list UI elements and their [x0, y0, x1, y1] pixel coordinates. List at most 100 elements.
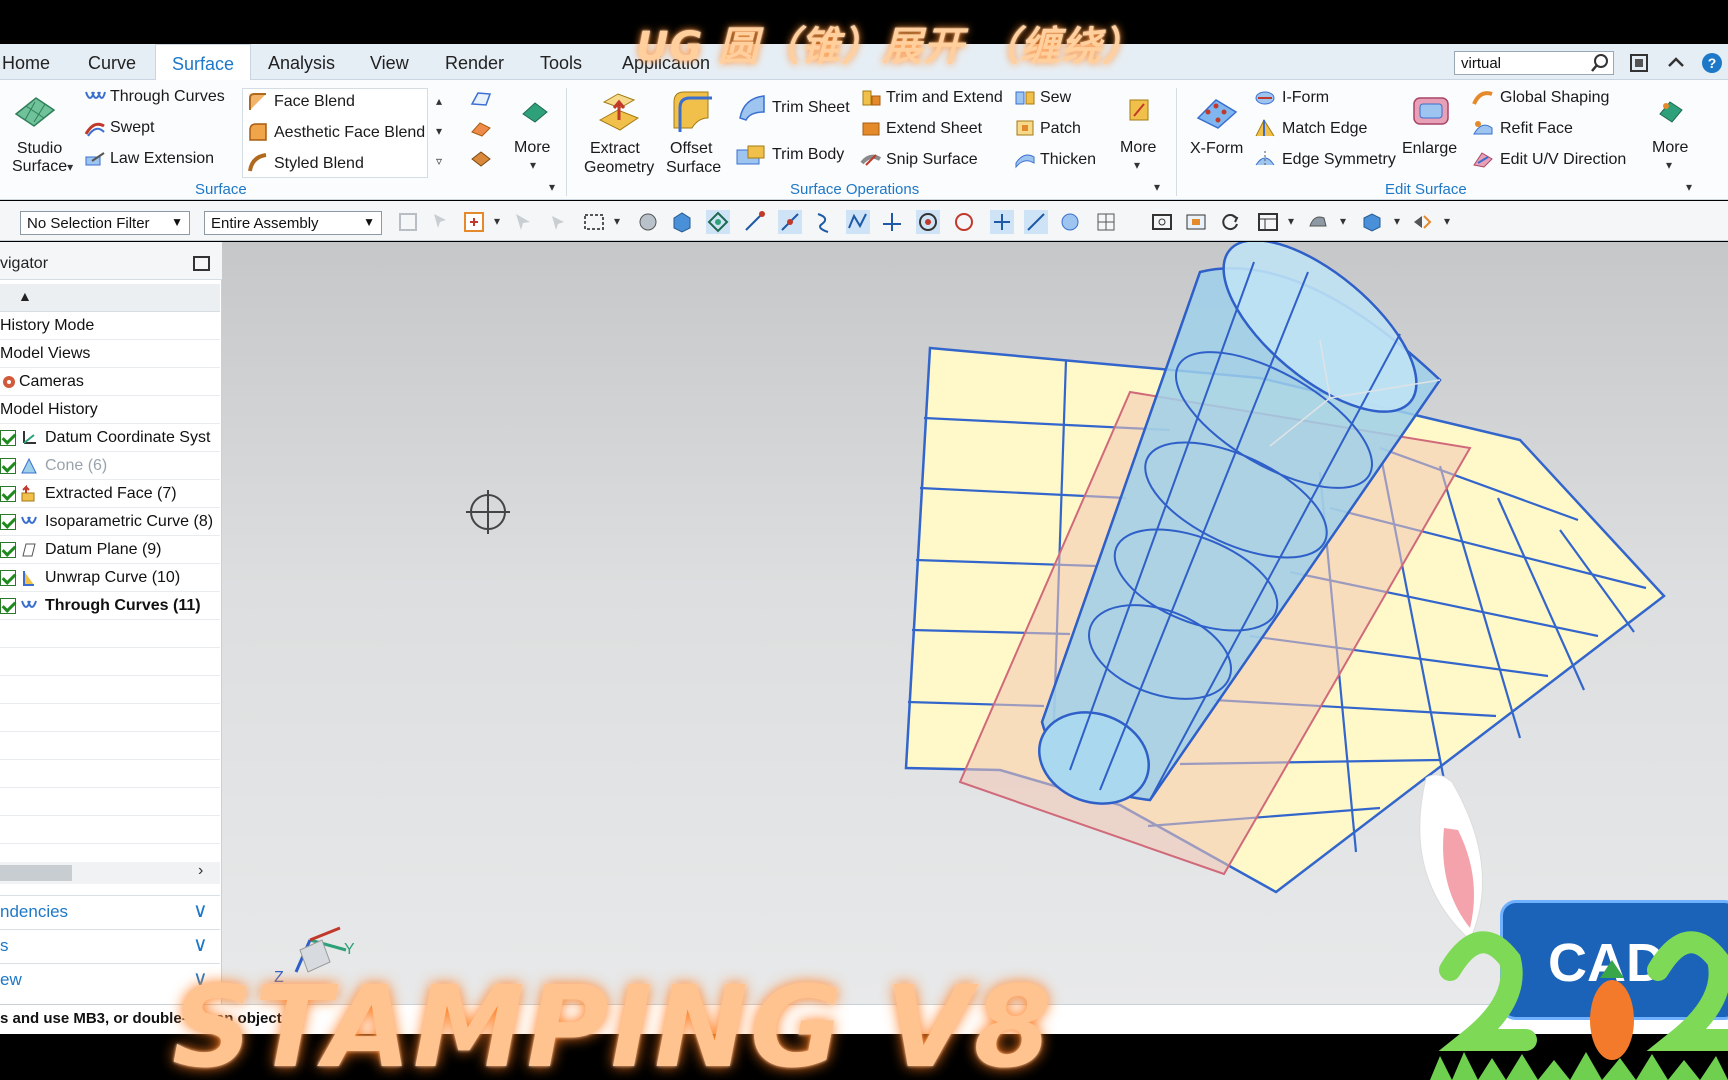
- global-shaping-icon[interactable]: [1472, 88, 1494, 108]
- scroll-right-icon[interactable]: ›: [198, 862, 203, 880]
- enlarge-button[interactable]: Enlarge: [1402, 140, 1457, 158]
- cube-view-icon[interactable]: [1360, 210, 1384, 234]
- tab-surface[interactable]: Surface: [155, 44, 252, 81]
- tree-row[interactable]: Datum Plane (9): [0, 536, 220, 564]
- search-icon[interactable]: [1589, 52, 1611, 74]
- sew-button[interactable]: Sew: [1040, 89, 1071, 107]
- tree-row[interactable]: Through Curves (11): [0, 592, 220, 620]
- sort-ascending-icon[interactable]: ▲: [18, 288, 32, 304]
- tree-row[interactable]: Datum Coordinate Syst: [0, 424, 220, 452]
- extend-sheet-button[interactable]: Extend Sheet: [886, 120, 982, 138]
- selection-filter-dropdown[interactable]: No Selection Filter ▼: [20, 211, 190, 235]
- orient-view-caret-icon[interactable]: ▾: [1288, 214, 1294, 228]
- intersection-point-icon[interactable]: [880, 210, 904, 234]
- fit-view-icon[interactable]: [1150, 210, 1174, 234]
- render-style-caret-icon[interactable]: ▾: [1340, 214, 1346, 228]
- more-surface-ops-icon[interactable]: [1124, 94, 1154, 126]
- selection-mode-caret-icon[interactable]: ▾: [494, 214, 500, 228]
- select-body-icon[interactable]: [546, 210, 570, 234]
- navigator-horizontal-scrollbar[interactable]: ›: [0, 862, 220, 884]
- extract-geometry-icon[interactable]: [596, 88, 642, 134]
- tree-row[interactable]: Cameras: [0, 368, 220, 396]
- quadrant-point-icon[interactable]: [952, 210, 976, 234]
- point-on-curve-icon[interactable]: [812, 210, 836, 234]
- global-shaping-button[interactable]: Global Shaping: [1500, 89, 1609, 107]
- face-blend-icon[interactable]: [248, 92, 268, 112]
- selection-mode-icon[interactable]: [462, 210, 486, 234]
- tab-render[interactable]: Render: [445, 53, 504, 74]
- studio-surface-button[interactable]: Studio Surface ▾: [12, 140, 73, 176]
- snip-surface-icon[interactable]: [860, 149, 882, 169]
- face-blend-button[interactable]: Face Blend: [274, 93, 355, 111]
- cube-view-caret-icon[interactable]: ▾: [1394, 214, 1400, 228]
- offset-surface-icon[interactable]: [668, 88, 714, 134]
- tree-row[interactable]: Isoparametric Curve (8): [0, 508, 220, 536]
- tree-row[interactable]: History Mode: [0, 312, 220, 340]
- select-component-icon[interactable]: [512, 210, 536, 234]
- point-on-surface-icon[interactable]: [846, 210, 870, 234]
- trim-body-button[interactable]: Trim Body: [772, 146, 844, 164]
- extract-geometry-label-2[interactable]: Geometry: [584, 159, 654, 177]
- patch-icon[interactable]: [1014, 118, 1036, 138]
- show-hide-caret-icon[interactable]: ▾: [1444, 214, 1450, 228]
- thicken-button[interactable]: Thicken: [1040, 151, 1096, 169]
- tree-row[interactable]: Unwrap Curve (10): [0, 564, 220, 592]
- more-edit-surface-icon[interactable]: [1656, 96, 1686, 126]
- styled-blend-button[interactable]: Styled Blend: [274, 155, 364, 173]
- surface-group-options-icon[interactable]: ▾: [549, 180, 555, 194]
- tab-home[interactable]: Home: [2, 53, 50, 74]
- enlarge-icon[interactable]: [1408, 90, 1454, 132]
- refit-face-button[interactable]: Refit Face: [1500, 120, 1573, 138]
- more-surface-button[interactable]: More: [514, 139, 550, 157]
- extract-geometry-label-1[interactable]: Extract: [590, 140, 640, 158]
- swept-button[interactable]: Swept: [110, 119, 154, 137]
- visibility-checkbox[interactable]: [0, 458, 16, 474]
- more-edit-surface-caret-icon[interactable]: ▾: [1666, 158, 1672, 172]
- trim-sheet-icon[interactable]: [736, 92, 768, 122]
- tab-view[interactable]: View: [370, 53, 409, 74]
- edge-symmetry-icon[interactable]: [1254, 149, 1276, 169]
- more-surface-ops-button[interactable]: More: [1120, 139, 1156, 157]
- law-extension-button[interactable]: Law Extension: [110, 150, 214, 168]
- dependencies-section[interactable]: ndencies ∨: [0, 895, 220, 927]
- bounded-grid-icon[interactable]: [1058, 210, 1082, 234]
- sew-icon[interactable]: [1014, 88, 1036, 108]
- through-curves-icon[interactable]: [84, 88, 106, 108]
- scrollbar-thumb[interactable]: [0, 865, 72, 881]
- visibility-checkbox[interactable]: [0, 430, 16, 446]
- tree-row[interactable]: Model Views: [0, 340, 220, 368]
- orient-view-icon[interactable]: [1256, 210, 1280, 234]
- window-restore-icon[interactable]: [1627, 51, 1651, 75]
- more-surface-ops-caret-icon[interactable]: ▾: [1134, 158, 1140, 172]
- visibility-checkbox[interactable]: [0, 514, 16, 530]
- collapse-ribbon-icon[interactable]: [1664, 51, 1688, 75]
- visibility-checkbox[interactable]: [0, 542, 16, 558]
- visibility-checkbox[interactable]: [0, 570, 16, 586]
- more-edit-surface-button[interactable]: More: [1652, 139, 1688, 157]
- edge-symmetry-button[interactable]: Edge Symmetry: [1282, 151, 1396, 169]
- x-form-button[interactable]: X-Form: [1190, 140, 1243, 158]
- tab-curve[interactable]: Curve: [88, 53, 136, 74]
- end-point-icon[interactable]: [742, 210, 766, 234]
- trim-and-extend-button[interactable]: Trim and Extend: [886, 89, 1003, 107]
- rotate-view-icon[interactable]: [1218, 210, 1242, 234]
- studio-surface-icon[interactable]: [12, 92, 58, 132]
- tree-row[interactable]: Extracted Face (7): [0, 480, 220, 508]
- offset-surface-label-2[interactable]: Surface: [666, 159, 721, 177]
- select-feature-icon[interactable]: [430, 210, 454, 234]
- tab-analysis[interactable]: Analysis: [268, 53, 335, 74]
- thicken-icon[interactable]: [1014, 149, 1036, 169]
- solid-body-icon[interactable]: [670, 210, 694, 234]
- tree-row[interactable]: Cone (6): [0, 452, 220, 480]
- styled-blend-icon[interactable]: [248, 153, 268, 173]
- gallery-scroll-down-icon[interactable]: ▾: [436, 124, 442, 138]
- help-icon[interactable]: ?: [1700, 51, 1724, 75]
- selection-scope-dropdown[interactable]: Entire Assembly ▼: [204, 211, 382, 235]
- details-section[interactable]: s ∨: [0, 929, 220, 961]
- match-edge-button[interactable]: Match Edge: [1282, 120, 1367, 138]
- rectangle-select-icon[interactable]: [582, 210, 606, 234]
- snap-settings-icon[interactable]: [396, 210, 420, 234]
- edit-uv-direction-icon[interactable]: [1472, 149, 1494, 169]
- more-surface-caret-icon[interactable]: ▾: [530, 158, 536, 172]
- trim-sheet-button[interactable]: Trim Sheet: [772, 99, 850, 117]
